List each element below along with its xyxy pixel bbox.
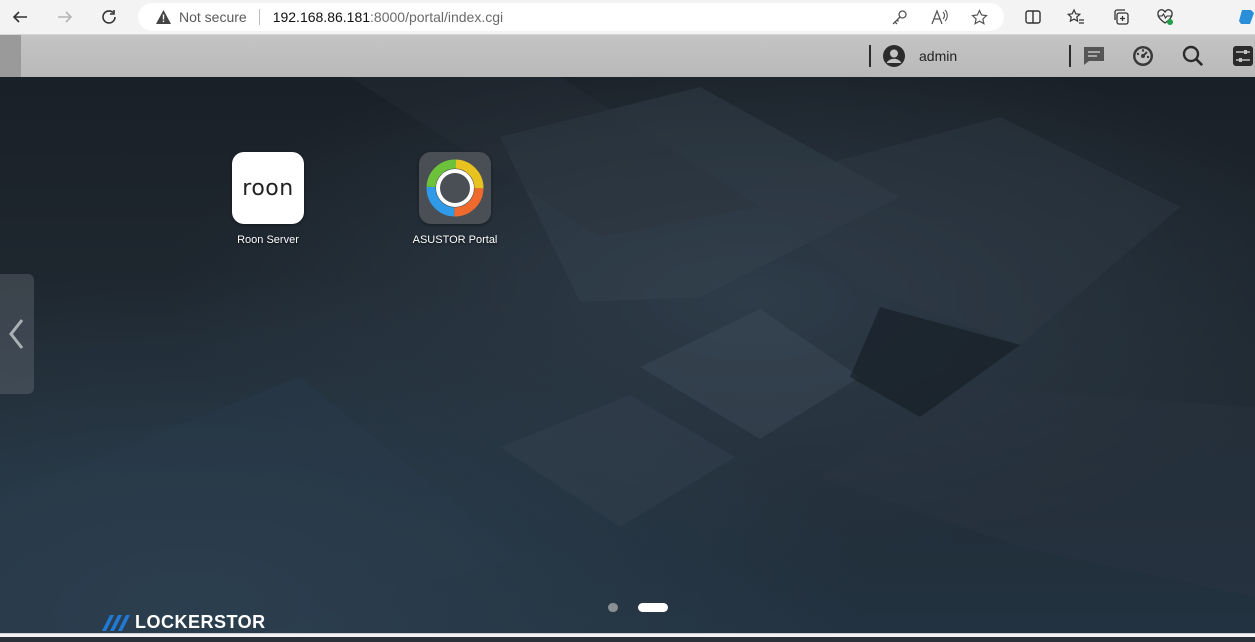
username-label[interactable]: admin xyxy=(919,48,957,64)
copilot-icon[interactable] xyxy=(1236,6,1255,28)
nas-desktop: roon Roon Server ASUSTOR Portal LOCKERST… xyxy=(0,77,1255,633)
page-indicator-2-active[interactable] xyxy=(638,603,668,612)
back-arrow-icon xyxy=(12,11,27,23)
roon-logo-text: roon xyxy=(242,175,294,201)
top-bar-divider xyxy=(1069,45,1071,67)
chevron-left-icon xyxy=(9,319,24,349)
forward-button[interactable] xyxy=(53,6,77,28)
lockerstor-logo: LOCKERSTOR xyxy=(102,612,266,633)
key-icon[interactable] xyxy=(890,8,908,26)
browser-health-icon[interactable] xyxy=(1154,6,1176,28)
browser-toolbar: Not secure 192.168.86.181:8000/portal/in… xyxy=(0,0,1255,35)
security-status-label[interactable]: Not secure xyxy=(179,9,247,25)
message-icon[interactable] xyxy=(1082,44,1106,68)
user-icon[interactable] xyxy=(882,44,906,68)
page-indicator-1[interactable] xyxy=(608,603,618,612)
url-host: 192.168.86.181 xyxy=(272,9,371,25)
favorite-star-icon[interactable] xyxy=(970,8,988,26)
warning-icon xyxy=(155,9,172,25)
address-bar[interactable]: Not secure 192.168.86.181:8000/portal/in… xyxy=(138,3,1004,31)
dashboard-icon[interactable] xyxy=(1131,44,1155,68)
asustor-portal-icon[interactable] xyxy=(419,152,491,224)
lockerstor-logo-mark-icon xyxy=(102,614,130,631)
url-path: :8000/portal/index.cgi xyxy=(370,9,504,25)
top-bar-divider xyxy=(869,45,871,67)
read-aloud-icon[interactable] xyxy=(930,8,948,26)
favorites-icon[interactable] xyxy=(1065,6,1087,28)
app-roon-server[interactable]: roon Roon Server xyxy=(208,152,328,246)
brand-name: LOCKERSTOR xyxy=(135,612,266,632)
back-button[interactable] xyxy=(8,6,32,28)
reload-button[interactable] xyxy=(97,6,121,28)
split-screen-icon[interactable] xyxy=(1022,6,1044,28)
search-icon[interactable] xyxy=(1181,44,1205,68)
collections-icon[interactable] xyxy=(1110,6,1132,28)
portal-ring-icon xyxy=(426,159,484,217)
taskbar-edge xyxy=(0,637,1255,642)
forward-arrow-icon xyxy=(58,11,73,23)
app-asustor-portal[interactable]: ASUSTOR Portal xyxy=(395,152,515,246)
desktop-wallpaper xyxy=(0,77,1255,633)
address-divider xyxy=(258,9,260,25)
app-label[interactable]: ASUSTOR Portal xyxy=(395,234,515,246)
settings-sliders-icon[interactable] xyxy=(1231,44,1255,68)
app-label[interactable]: Roon Server xyxy=(208,234,328,246)
roon-icon[interactable]: roon xyxy=(232,152,304,224)
nas-top-bar: admin xyxy=(0,35,1255,77)
reload-icon xyxy=(102,10,116,24)
previous-page-button[interactable] xyxy=(0,274,34,394)
